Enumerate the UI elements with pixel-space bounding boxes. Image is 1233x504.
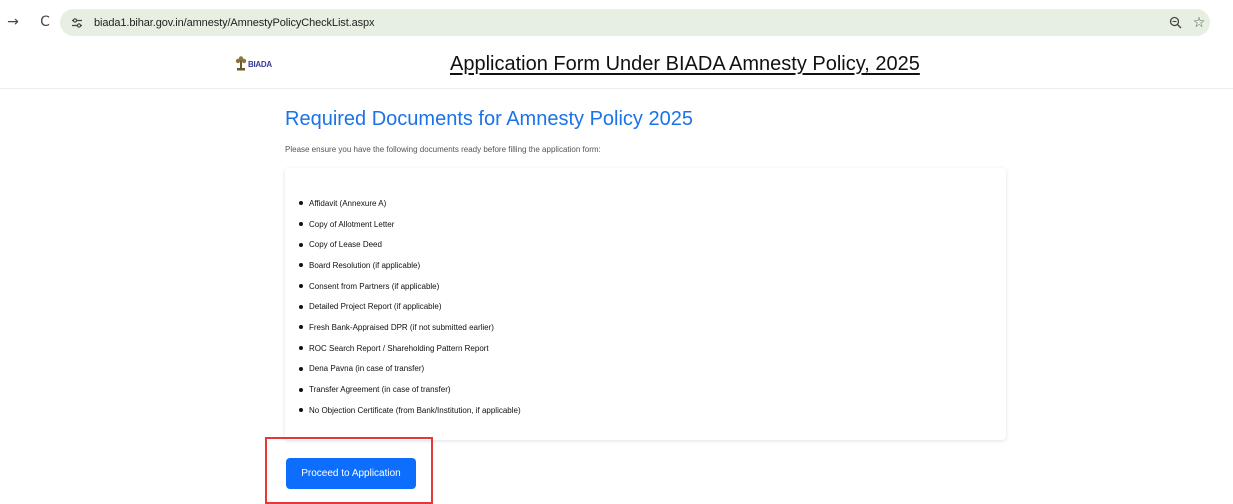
bullet-icon bbox=[299, 387, 303, 392]
browser-toolbar: → C biada1.bihar.gov.in/amnesty/AmnestyP… bbox=[0, 0, 1233, 44]
section-heading: Required Documents for Amnesty Policy 20… bbox=[285, 108, 693, 130]
bullet-icon bbox=[299, 304, 303, 309]
biada-logo: BIADA bbox=[235, 54, 272, 74]
document-label: Affidavit (Annexure A) bbox=[309, 198, 387, 208]
list-item: Dena Pavna (in case of transfer) bbox=[299, 359, 521, 380]
site-info-icon[interactable] bbox=[69, 15, 85, 31]
list-item: ROC Search Report / Shareholding Pattern… bbox=[299, 338, 521, 359]
bullet-icon bbox=[299, 263, 303, 268]
list-item: Detailed Project Report (if applicable) bbox=[299, 296, 521, 317]
document-label: Detailed Project Report (if applicable) bbox=[309, 302, 442, 312]
bullet-icon bbox=[299, 325, 303, 330]
zoom-icon[interactable] bbox=[1164, 12, 1186, 34]
list-item: Copy of Lease Deed bbox=[299, 234, 521, 255]
list-item: No Objection Certificate (from Bank/Inst… bbox=[299, 400, 521, 421]
page-header: BIADA Application Form Under BIADA Amnes… bbox=[0, 44, 1233, 89]
document-label: No Objection Certificate (from Bank/Inst… bbox=[309, 405, 521, 415]
bookmark-star-icon[interactable]: ☆ bbox=[1188, 12, 1210, 34]
page-title: Application Form Under BIADA Amnesty Pol… bbox=[450, 53, 920, 75]
address-bar[interactable]: biada1.bihar.gov.in/amnesty/AmnestyPolic… bbox=[60, 9, 1210, 36]
proceed-to-application-button[interactable]: Proceed to Application bbox=[286, 458, 416, 489]
bullet-icon bbox=[299, 222, 303, 227]
bullet-icon bbox=[299, 346, 303, 351]
list-item: Transfer Agreement (in case of transfer) bbox=[299, 379, 521, 400]
document-label: Copy of Lease Deed bbox=[309, 240, 382, 250]
bullet-icon bbox=[299, 284, 303, 289]
list-item: Consent from Partners (if applicable) bbox=[299, 276, 521, 297]
document-label: Dena Pavna (in case of transfer) bbox=[309, 364, 425, 374]
list-item: Board Resolution (if applicable) bbox=[299, 255, 521, 276]
bullet-icon bbox=[299, 408, 303, 413]
emblem-icon bbox=[235, 56, 247, 71]
forward-icon[interactable]: → bbox=[2, 11, 24, 33]
documents-list: Affidavit (Annexure A) Copy of Allotment… bbox=[299, 193, 521, 421]
document-label: Consent from Partners (if applicable) bbox=[309, 281, 440, 291]
logo-text: BIADA bbox=[248, 59, 272, 69]
bullet-icon bbox=[299, 201, 303, 206]
documents-card: Affidavit (Annexure A) Copy of Allotment… bbox=[285, 168, 1006, 440]
document-label: Copy of Allotment Letter bbox=[309, 219, 395, 229]
bullet-icon bbox=[299, 242, 303, 247]
document-label: Fresh Bank-Appraised DPR (if not submitt… bbox=[309, 322, 494, 332]
intro-text: Please ensure you have the following doc… bbox=[285, 145, 601, 154]
reload-icon[interactable]: C bbox=[34, 11, 56, 33]
url-text[interactable]: biada1.bihar.gov.in/amnesty/AmnestyPolic… bbox=[94, 17, 375, 29]
bullet-icon bbox=[299, 366, 303, 371]
list-item: Affidavit (Annexure A) bbox=[299, 193, 521, 214]
list-item: Copy of Allotment Letter bbox=[299, 214, 521, 235]
document-label: Transfer Agreement (in case of transfer) bbox=[309, 385, 451, 395]
list-item: Fresh Bank-Appraised DPR (if not submitt… bbox=[299, 317, 521, 338]
document-label: ROC Search Report / Shareholding Pattern… bbox=[309, 343, 489, 353]
document-label: Board Resolution (if applicable) bbox=[309, 260, 421, 270]
